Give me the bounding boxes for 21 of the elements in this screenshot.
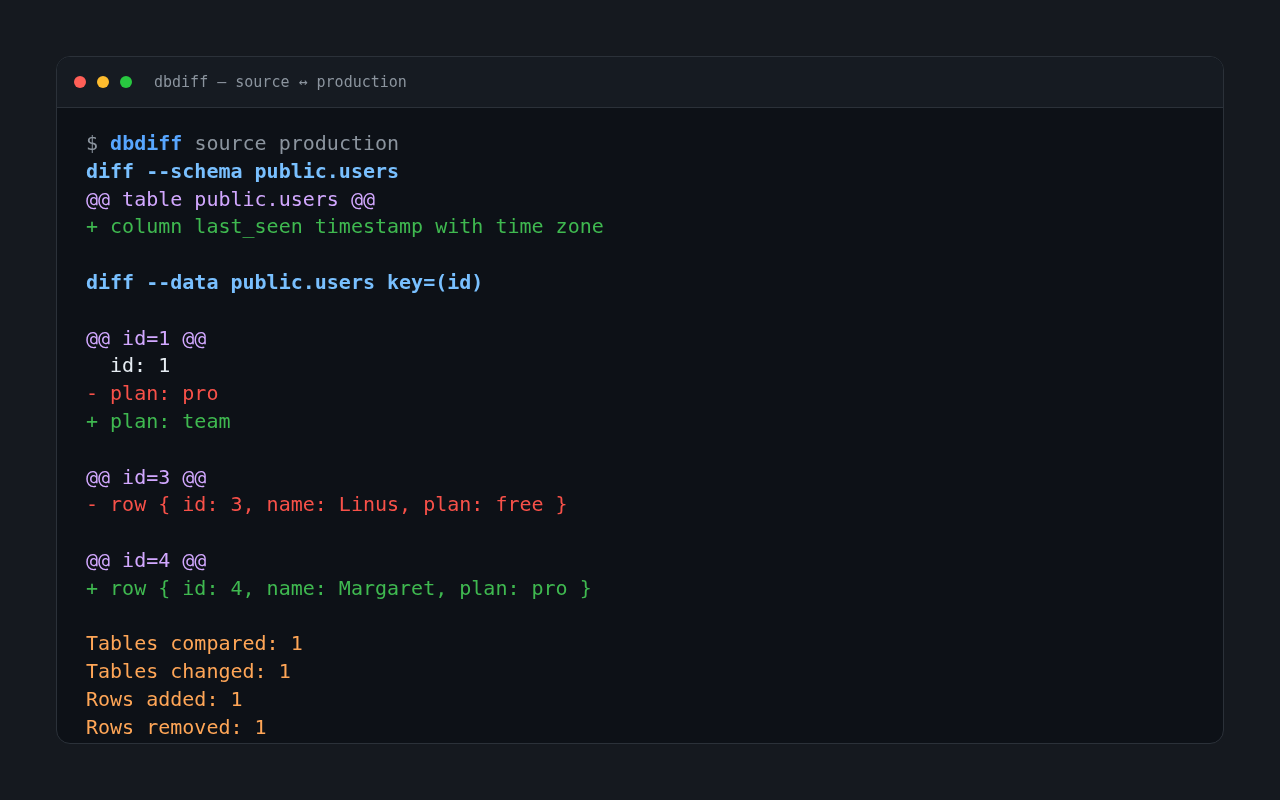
- summary-line: Rows removed: 1: [86, 713, 267, 741]
- added-line: + plan: team: [86, 407, 231, 435]
- summary-line: Tables changed: 1: [86, 658, 291, 686]
- hunk-header: @@ id=3 @@: [86, 463, 207, 491]
- context-line: id: 1: [110, 352, 171, 380]
- added-line: + row { id: 4, name: Margaret, plan: pro }: [86, 574, 592, 602]
- hunk-header: @@ id=4 @@: [86, 546, 207, 574]
- diff-header: diff --schema public.users: [86, 157, 400, 185]
- maximize-button[interactable]: [120, 76, 132, 88]
- removed-line: - row { id: 3, name: Linus, plan: free }: [86, 491, 568, 519]
- diff-header: diff --data public.users key=(id): [86, 269, 484, 296]
- window-title: dbdiff — source ↔ production: [154, 73, 407, 91]
- summary-line: Rows added: 1: [86, 685, 243, 713]
- hunk-header: @@ table public.users @@: [86, 185, 375, 213]
- close-button[interactable]: [74, 76, 86, 88]
- hunk-header: @@ id=1 @@: [86, 324, 207, 352]
- command-line: $ dbdiff source production: [86, 130, 400, 157]
- removed-line: - plan: pro: [86, 380, 219, 408]
- minimize-button[interactable]: [97, 76, 109, 88]
- added-line: + column last_seen timestamp with time zone: [86, 213, 604, 241]
- summary-line: Tables compared: 1: [86, 630, 303, 658]
